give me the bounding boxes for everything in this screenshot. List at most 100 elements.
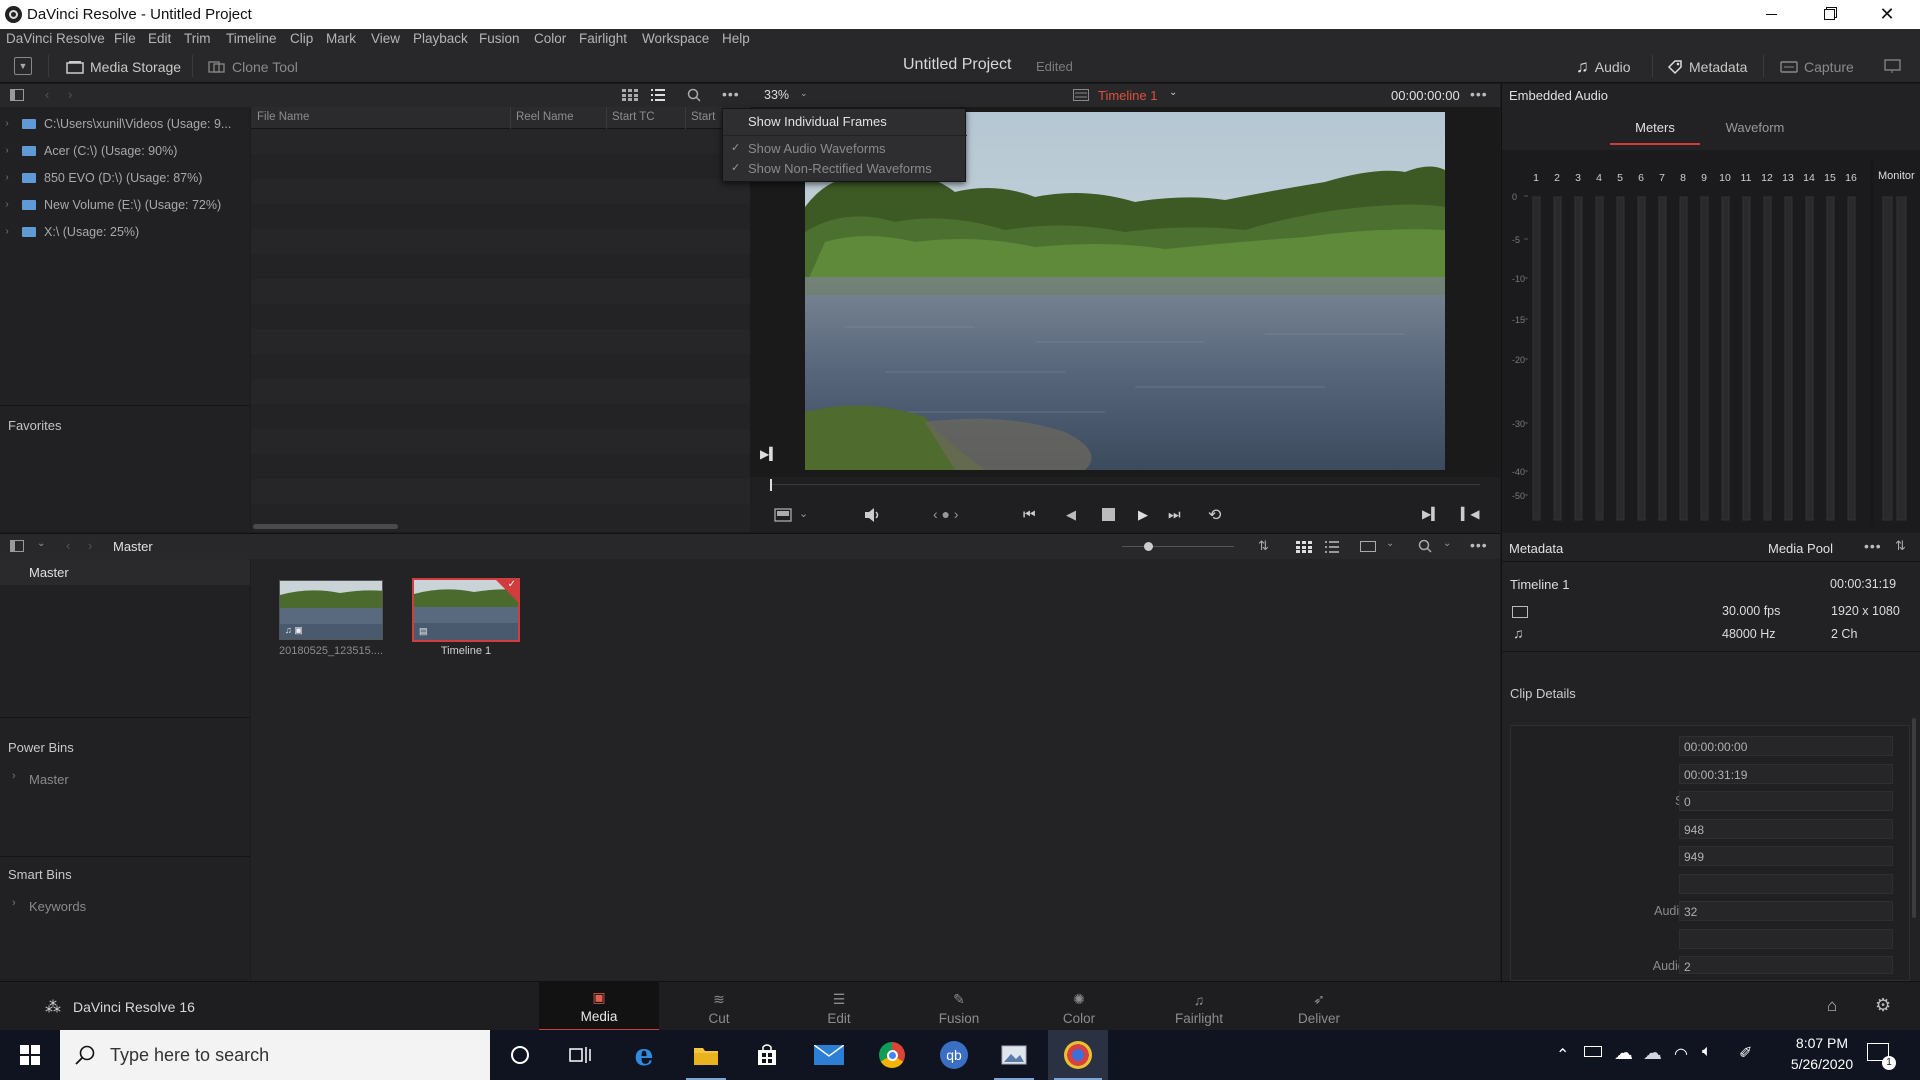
list-view-icon[interactable]: [651, 89, 665, 101]
viewer-mode-icon[interactable]: [774, 508, 794, 522]
chevron-down-icon[interactable]: ⌄: [1169, 87, 1177, 98]
chevron-down-icon[interactable]: ⌄: [800, 88, 808, 99]
slider-handle[interactable]: [1144, 542, 1153, 551]
thumbnail-view-icon[interactable]: [1296, 541, 1312, 553]
speaker-icon[interactable]: 🔈︎: [1702, 1043, 1712, 1061]
volume-item[interactable]: › Acer (C:\) (Usage: 90%): [0, 137, 250, 164]
play-to-end-icon[interactable]: ▶▍: [760, 447, 778, 461]
menu-show-non-rectified-waveforms[interactable]: Show Non-Rectified Waveforms: [748, 161, 932, 176]
search-icon[interactable]: [687, 88, 701, 102]
clone-tool-button[interactable]: Clone Tool: [208, 57, 298, 77]
fullscreen-icon[interactable]: [1884, 59, 1902, 73]
home-icon[interactable]: ⌂: [1827, 996, 1837, 1016]
mail-icon[interactable]: [803, 1030, 855, 1080]
go-to-start-icon[interactable]: ⏮: [1023, 506, 1036, 523]
windows-start-icon[interactable]: [4, 1030, 56, 1080]
taskbar-search-box[interactable]: Type here to search: [60, 1030, 490, 1080]
menu-playback[interactable]: Playback: [413, 31, 468, 46]
menu-clip[interactable]: Clip: [290, 31, 313, 46]
play-reverse-icon[interactable]: ◀: [1066, 507, 1076, 523]
zoom-level[interactable]: 33%: [764, 88, 789, 102]
expand-arrow-icon[interactable]: ›: [12, 770, 16, 782]
menu-trim[interactable]: Trim: [184, 31, 211, 46]
onedrive-icon[interactable]: ☁: [1643, 1042, 1662, 1065]
pen-icon[interactable]: ✐: [1739, 1043, 1752, 1063]
previous-clip-icon[interactable]: ▍◀: [1461, 507, 1479, 521]
scrub-bar[interactable]: [770, 484, 1480, 485]
bit-depth-field[interactable]: [1679, 874, 1893, 894]
chevron-down-icon[interactable]: ⌄: [1443, 538, 1451, 549]
chevron-down-icon[interactable]: ⌄: [1386, 538, 1394, 549]
stop-icon[interactable]: [1102, 508, 1115, 521]
clip-thumbnail[interactable]: ♫ ▣: [279, 580, 383, 640]
menu-mark[interactable]: Mark: [326, 31, 356, 46]
menu-file[interactable]: File: [114, 31, 136, 46]
next-clip-icon[interactable]: ▶▍: [1422, 507, 1440, 521]
menu-davinci-resolve[interactable]: DaVinci Resolve: [6, 31, 105, 46]
search-icon[interactable]: [1418, 539, 1432, 553]
microsoft-store-icon[interactable]: [741, 1030, 793, 1080]
loop-icon[interactable]: ⟲: [1208, 505, 1221, 525]
page-tab-fairlight[interactable]: ♫ Fairlight: [1139, 982, 1259, 1031]
page-tab-cut[interactable]: ≋ Cut: [659, 982, 779, 1031]
menu-color[interactable]: Color: [534, 31, 566, 46]
menu-timeline[interactable]: Timeline: [226, 31, 277, 46]
volume-item[interactable]: › C:\Users\xunil\Videos (Usage: 9...: [0, 110, 250, 137]
start-frame-field[interactable]: 0: [1679, 791, 1893, 811]
chevron-down-icon[interactable]: ⌄: [799, 507, 808, 520]
chrome-icon[interactable]: [866, 1030, 918, 1080]
vertical-scrollbar[interactable]: [1912, 718, 1916, 918]
media-storage-button[interactable]: Media Storage: [66, 57, 181, 77]
sidebar-toggle-icon[interactable]: [10, 89, 24, 101]
sort-icon[interactable]: ⇅: [1895, 538, 1906, 554]
nav-back-icon[interactable]: ‹: [66, 538, 70, 553]
volume-item[interactable]: › 850 EVO (D:\) (Usage: 87%): [0, 164, 250, 191]
menu-fairlight[interactable]: Fairlight: [579, 31, 627, 46]
metadata-options-icon[interactable]: •••: [1864, 538, 1882, 554]
restore-button[interactable]: [1800, 0, 1858, 29]
menu-view[interactable]: View: [371, 31, 400, 46]
pool-options-icon[interactable]: •••: [1470, 537, 1488, 553]
column-reel-name[interactable]: Reel Name: [510, 107, 574, 129]
capture-button[interactable]: Capture: [1780, 57, 1854, 77]
taskbar-time[interactable]: 8:07 PM: [1777, 1035, 1867, 1051]
column-start-tc[interactable]: Start TC: [606, 107, 655, 129]
menu-workspace[interactable]: Workspace: [642, 31, 709, 46]
file-explorer-icon[interactable]: [680, 1030, 732, 1080]
page-tab-deliver[interactable]: ➶ Deliver: [1259, 982, 1379, 1031]
page-tab-color[interactable]: ✺ Color: [1019, 982, 1139, 1031]
nav-forward-icon[interactable]: ›: [88, 538, 92, 553]
qbittorrent-icon[interactable]: qb: [928, 1030, 980, 1080]
menu-fusion[interactable]: Fusion: [479, 31, 520, 46]
menu-edit[interactable]: Edit: [148, 31, 171, 46]
audio-panel-button[interactable]: ♫ Audio: [1576, 57, 1631, 77]
task-view-icon[interactable]: [554, 1030, 606, 1080]
wifi-icon[interactable]: ◠: [1674, 1044, 1688, 1064]
close-button[interactable]: ✕: [1858, 0, 1916, 29]
menu-help[interactable]: Help: [722, 31, 750, 46]
menu-show-audio-waveforms[interactable]: Show Audio Waveforms: [748, 141, 886, 156]
menu-show-individual-frames[interactable]: Show Individual Frames: [748, 114, 887, 129]
column-start[interactable]: Start: [685, 107, 715, 129]
end-tc-field[interactable]: 00:00:31:19: [1679, 764, 1893, 784]
play-icon[interactable]: ▶: [1138, 507, 1148, 523]
frames-field[interactable]: 949: [1679, 846, 1893, 866]
more-options-icon[interactable]: •••: [722, 86, 740, 102]
nav-forward-icon[interactable]: ›: [68, 87, 72, 102]
thumbnail-view-icon[interactable]: [622, 89, 638, 101]
photos-app-icon[interactable]: [988, 1030, 1040, 1080]
column-file-name[interactable]: File Name: [257, 111, 309, 123]
audio-bit-depth-field[interactable]: 32: [1679, 901, 1893, 921]
chevron-down-icon[interactable]: ⌄: [37, 538, 45, 549]
tab-waveform[interactable]: Waveform: [1710, 120, 1800, 135]
volume-item[interactable]: › X:\ (Usage: 25%): [0, 218, 250, 245]
horizontal-scrollbar[interactable]: [253, 524, 398, 529]
bin-list-toggle-icon[interactable]: [10, 540, 24, 552]
power-bin-master[interactable]: Master: [29, 772, 69, 787]
metadata-panel-button[interactable]: Metadata: [1667, 57, 1747, 77]
gear-icon[interactable]: ⚙: [1875, 995, 1891, 1016]
list-view-icon[interactable]: [1325, 541, 1339, 553]
timeline-thumbnail[interactable]: ✓ ▤: [412, 578, 520, 642]
thumbnail-size-slider[interactable]: [1122, 546, 1234, 547]
taskbar-date[interactable]: 5/26/2020: [1777, 1056, 1867, 1072]
